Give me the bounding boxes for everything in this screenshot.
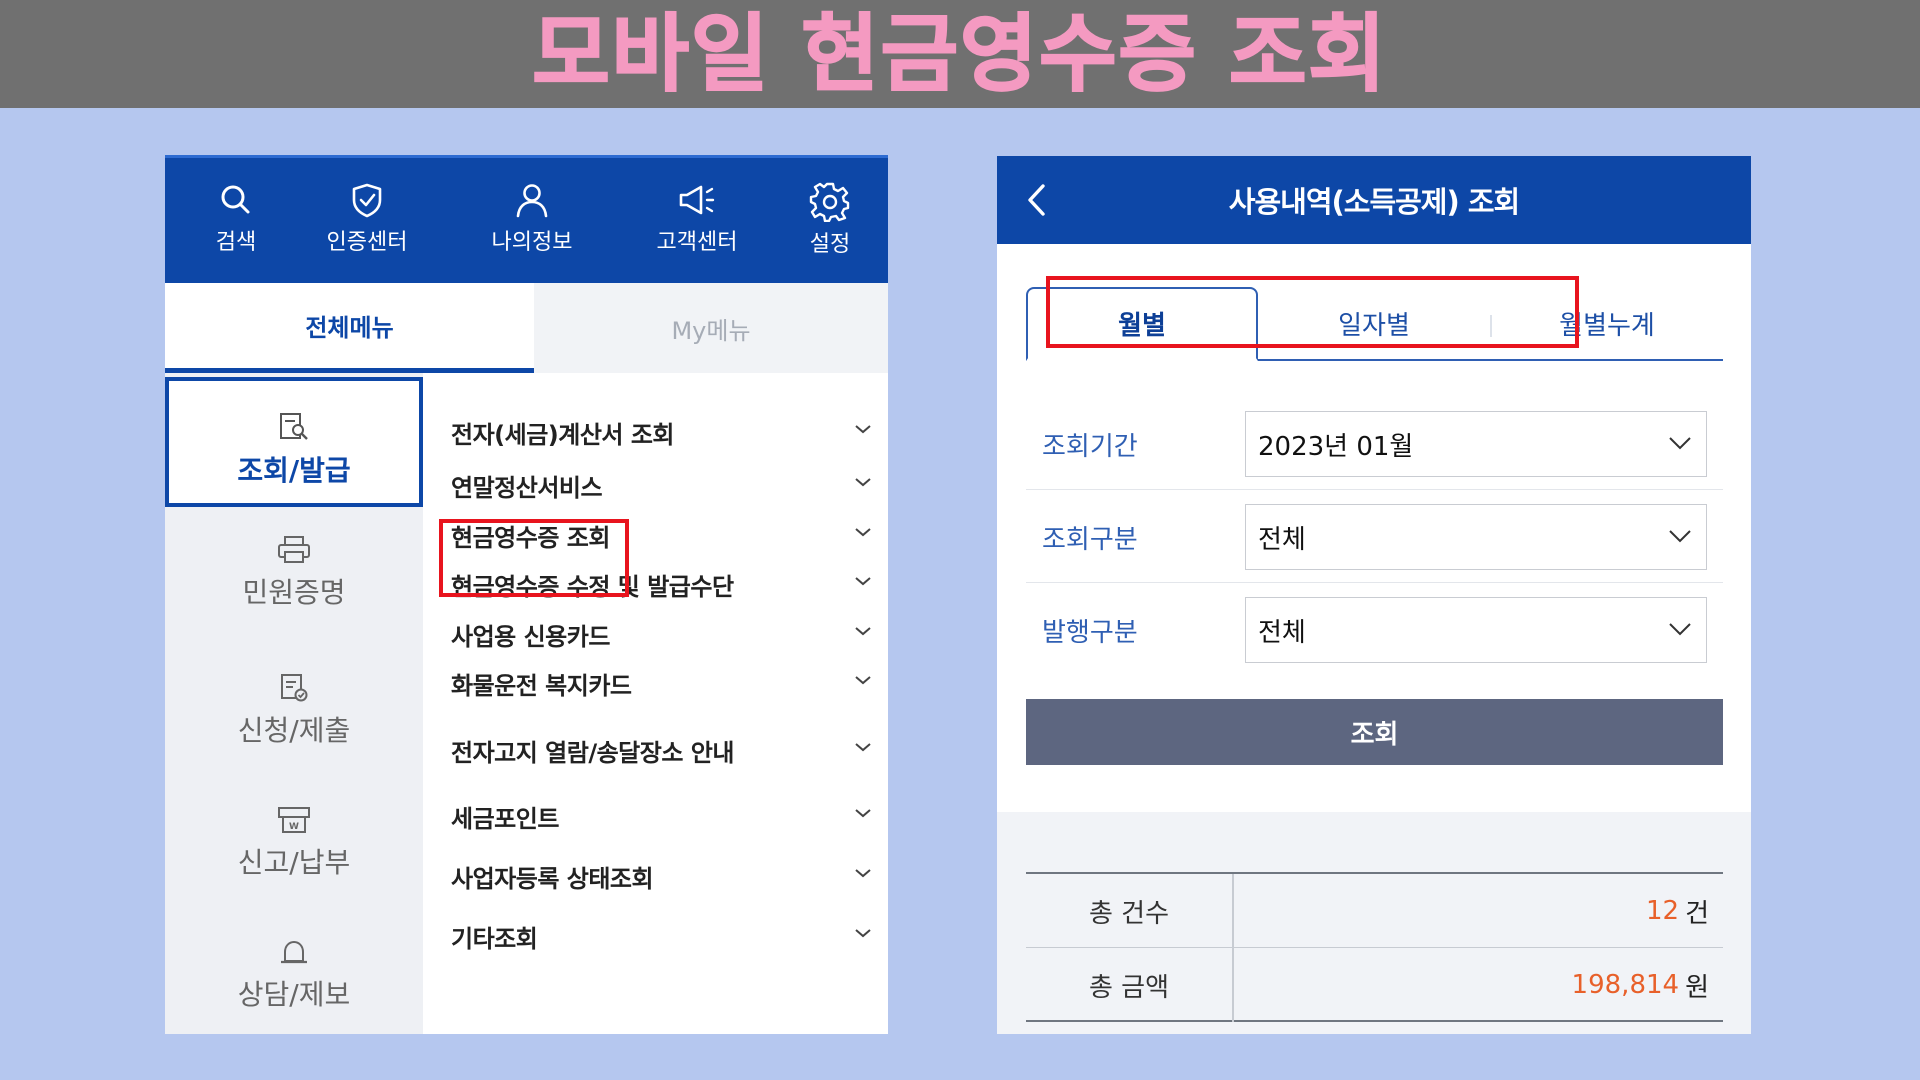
select-value: 전체 (1258, 524, 1306, 555)
filter-row-type: 조회구분 전체 (1026, 491, 1723, 583)
app-header: 사용내역(소득공제) 조회 (997, 156, 1751, 244)
menu-item-year-end-settlement[interactable]: 연말정산서비스 (423, 460, 888, 510)
count-unit: 건 (1685, 898, 1709, 929)
sidebar-item-label: 신청/제출 (237, 714, 351, 747)
select-value: 2023년 01월 (1258, 431, 1414, 462)
table-row: 총 금액 198,814 원 (1026, 948, 1723, 1022)
sidebar-item-report-payment[interactable]: W 신고/납부 (165, 797, 423, 907)
customer-center-label: 고객센터 (656, 230, 738, 255)
banner-title: 모바일 현금영수증 조회 (531, 5, 1388, 103)
sidebar-item-inquiry-issue[interactable]: 조회/발급 (165, 377, 423, 507)
filter-label: 조회기간 (1042, 431, 1138, 462)
gear-icon (809, 182, 850, 222)
chevron-down-icon (855, 809, 871, 818)
auth-center-label: 인증센터 (326, 230, 408, 255)
sidebar-item-label: 신고/납부 (237, 846, 351, 879)
sidebar-item-label: 조회/발급 (237, 454, 351, 487)
filter-label: 조회구분 (1042, 524, 1138, 555)
menu-tabs: 전체메뉴 My메뉴 (165, 283, 888, 373)
auth-center-button[interactable]: 인증센터 (307, 180, 427, 270)
select-value: 전체 (1258, 617, 1306, 648)
highlight-box-cash-receipt (439, 519, 629, 597)
menu-item-label: 사업용 신용카드 (451, 622, 610, 651)
my-info-label: 나의정보 (491, 230, 573, 255)
svg-text:W: W (289, 822, 299, 832)
search-button-label: 검색 (215, 230, 257, 255)
inquiry-type-select[interactable]: 전체 (1245, 504, 1707, 570)
customer-center-button[interactable]: 고객센터 (637, 180, 757, 270)
sidebar-item-label: 상담/제보 (237, 978, 351, 1011)
menu-item-tax-points[interactable]: 세금포인트 (423, 791, 888, 841)
megaphone-icon (679, 185, 715, 215)
document-check-icon (281, 674, 308, 702)
menu-item-label: 사업자등록 상태조회 (451, 864, 654, 893)
chevron-down-icon (855, 577, 871, 586)
category-sidebar: 조회/발급 민원증명 신청/제출 W 신고/납부 상담/제보 (165, 373, 423, 1034)
amount-unit: 원 (1685, 972, 1709, 1003)
tab-all-menu[interactable]: 전체메뉴 (165, 283, 534, 373)
chevron-down-icon (855, 425, 871, 434)
chevron-down-icon (855, 478, 871, 487)
chevron-down-icon (1669, 530, 1691, 543)
menu-item-other-inquiry[interactable]: 기타조회 (423, 911, 888, 961)
chevron-down-icon (855, 929, 871, 938)
filter-label: 발행구분 (1042, 617, 1138, 648)
user-icon (516, 184, 548, 218)
chevron-down-icon (1669, 623, 1691, 636)
summary-label: 총 건수 (1026, 874, 1234, 948)
search-button[interactable]: 검색 (176, 180, 296, 270)
chevron-down-icon (1669, 437, 1691, 450)
menu-item-label: 연말정산서비스 (451, 473, 603, 502)
total-count: 12 (1645, 896, 1680, 926)
menu-item-e-notice[interactable]: 전자고지 열람/송달장소 안내 (423, 725, 888, 775)
table-row: 총 건수 12 건 (1026, 874, 1723, 948)
settings-label: 설정 (809, 232, 851, 257)
tab-my-menu[interactable]: My메뉴 (534, 283, 888, 373)
menu-item-label: 전자고지 열람/송달장소 안내 (451, 738, 734, 767)
period-select[interactable]: 2023년 01월 (1245, 411, 1707, 477)
sidebar-item-consult-report[interactable]: 상담/제보 (165, 929, 423, 1034)
tax-payment-icon: W (278, 807, 310, 833)
menu-item-label: 화물운전 복지카드 (451, 671, 632, 700)
shield-check-icon (352, 183, 382, 218)
my-info-button[interactable]: 나의정보 (472, 180, 592, 270)
total-amount: 198,814 (1571, 970, 1680, 1000)
printer-icon (278, 536, 310, 563)
settings-button[interactable]: 설정 (770, 180, 888, 270)
chevron-down-icon (855, 869, 871, 878)
menu-item-label: 전자(세금)계산서 조회 (451, 420, 675, 449)
chevron-down-icon (855, 676, 871, 685)
left-phone-screen: 검색 인증센터 나의정보 고객센터 설정 전체메뉴 My메뉴 조회/발급 민원증 (165, 155, 888, 1034)
chevron-down-icon (855, 627, 871, 636)
bell-icon (281, 940, 307, 964)
menu-item-freight-welfare-card[interactable]: 화물운전 복지카드 (423, 658, 888, 708)
top-toolbar: 검색 인증센터 나의정보 고객센터 설정 (165, 155, 888, 283)
issue-type-select[interactable]: 전체 (1245, 597, 1707, 663)
right-phone-screen: 사용내역(소득공제) 조회 월별 일자별 월별누계 조회기간 2023년 01월… (997, 156, 1751, 1034)
banner: 모바일 현금영수증 조회 (0, 0, 1920, 108)
query-button[interactable]: 조회 (1026, 699, 1723, 765)
summary-label: 총 금액 (1026, 948, 1234, 1022)
filter-row-period: 조회기간 2023년 01월 (1026, 398, 1723, 490)
sidebar-item-apply-submit[interactable]: 신청/제출 (165, 663, 423, 773)
summary-value: 198,814 원 (1572, 948, 1723, 1022)
filter-row-issue: 발행구분 전체 (1026, 584, 1723, 676)
page-title: 사용내역(소득공제) 조회 (1228, 185, 1520, 219)
highlight-box-period-tabs (1046, 276, 1579, 348)
menu-item-business-credit-card[interactable]: 사업용 신용카드 (423, 609, 888, 659)
menu-item-label: 기타조회 (451, 924, 538, 953)
document-search-icon (280, 413, 308, 440)
sidebar-item-civil-certificate[interactable]: 민원증명 (165, 531, 423, 641)
menu-item-business-status[interactable]: 사업자등록 상태조회 (423, 851, 888, 901)
search-icon (221, 185, 250, 214)
sidebar-item-label: 민원증명 (242, 576, 346, 609)
menu-item-e-tax-invoice[interactable]: 전자(세금)계산서 조회 (423, 407, 888, 457)
summary-value: 12 건 (1646, 874, 1723, 948)
menu-item-label: 세금포인트 (451, 804, 559, 833)
submenu-list: 전자(세금)계산서 조회 연말정산서비스 현금영수증 조회 현금영수증 수정 및… (423, 373, 888, 1034)
chevron-down-icon (855, 743, 871, 752)
summary-table: 총 건수 12 건 총 금액 198,814 원 (1026, 872, 1723, 1022)
chevron-down-icon (855, 528, 871, 537)
